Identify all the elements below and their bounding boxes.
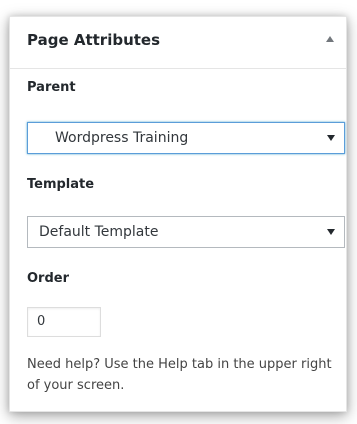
parent-label: Parent <box>27 80 76 95</box>
help-text: Need help? Use the Help tab in the upper… <box>27 357 332 393</box>
order-input[interactable]: 0 <box>27 307 101 337</box>
panel-header[interactable]: Page Attributes <box>10 17 346 69</box>
collapse-toggle-icon[interactable] <box>326 36 334 42</box>
template-select[interactable]: Default Template <box>27 216 345 248</box>
chevron-down-icon <box>327 135 335 141</box>
order-label: Order <box>27 271 69 286</box>
panel-title: Page Attributes <box>27 31 161 49</box>
chevron-down-icon <box>327 229 335 235</box>
template-label: Template <box>27 177 95 192</box>
template-select-value: Default Template <box>39 224 159 240</box>
page-attributes-panel: Page Attributes Parent Wordpress Trainin… <box>9 16 347 412</box>
parent-select-value: Wordpress Training <box>55 130 189 146</box>
parent-select[interactable]: Wordpress Training <box>27 122 345 154</box>
